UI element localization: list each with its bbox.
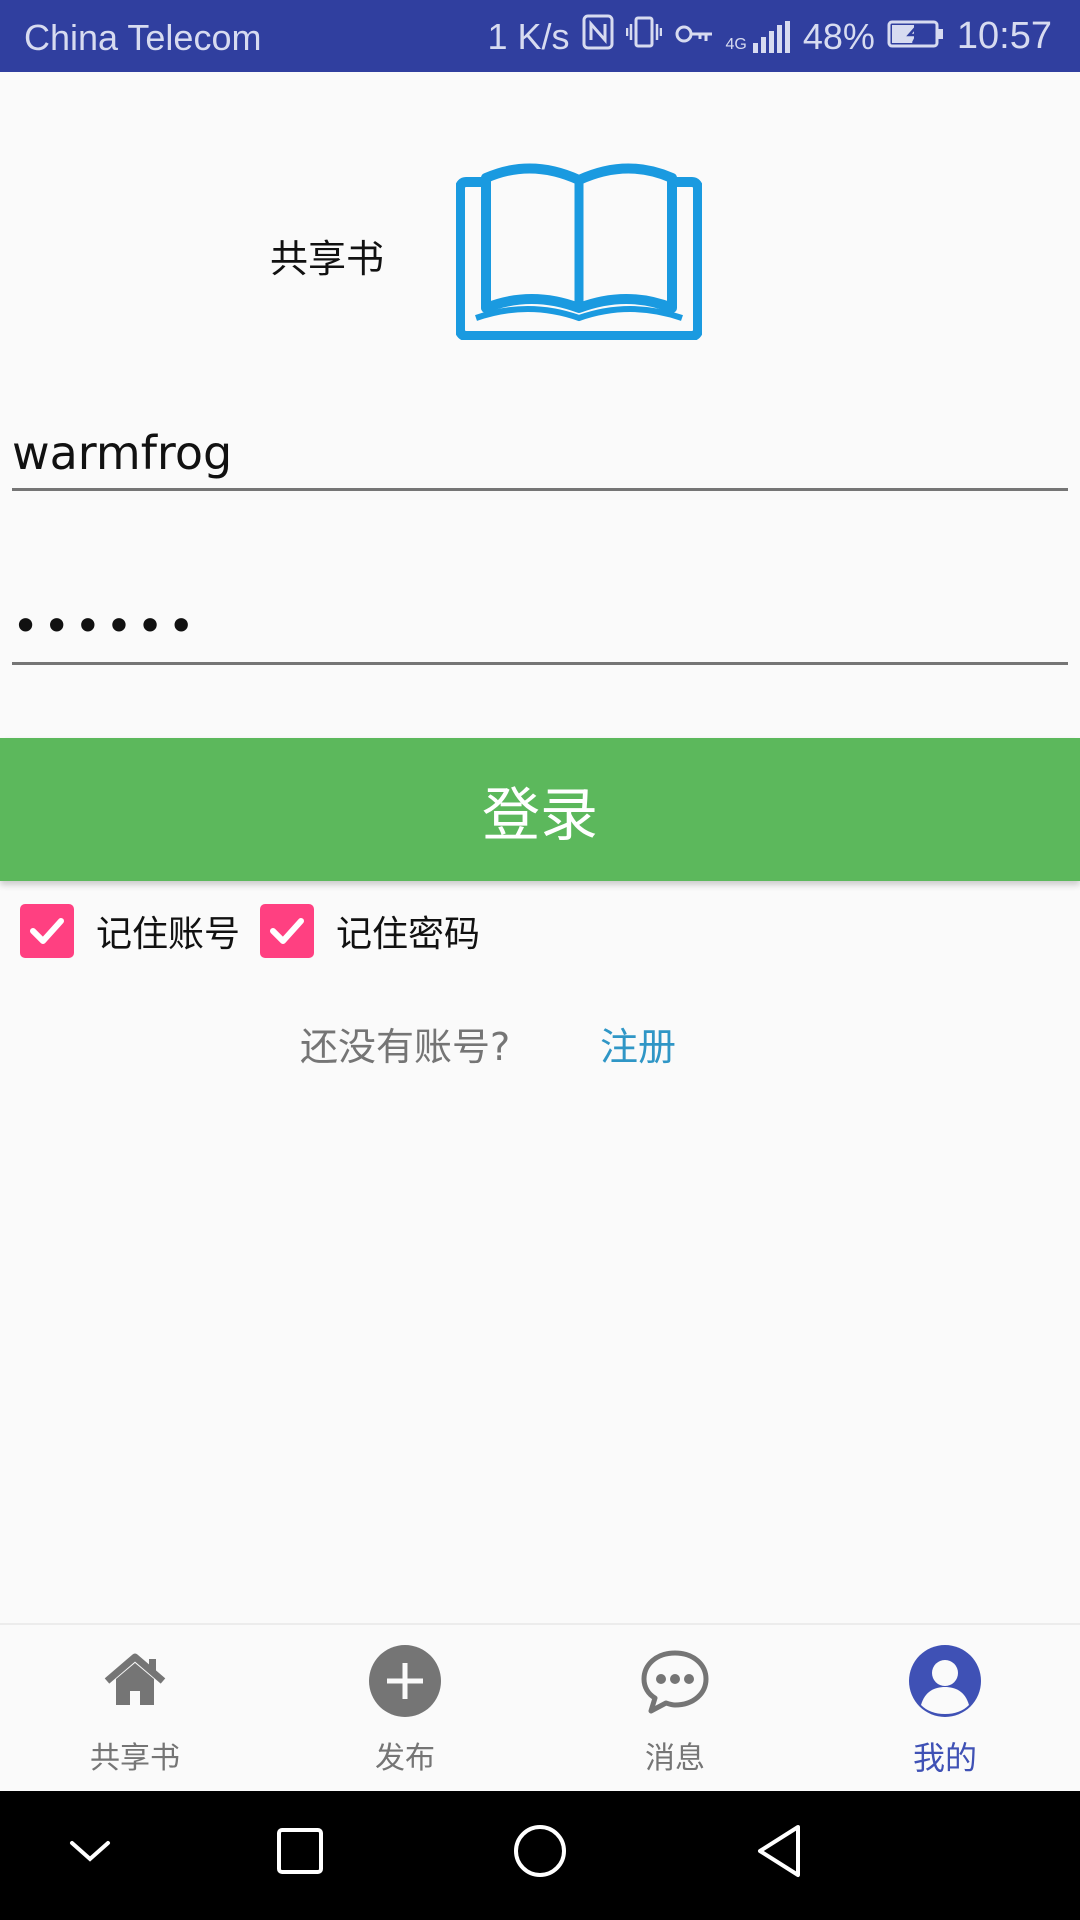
signal-icon: 4G [725,20,791,53]
nav-label-publish: 发布 [375,1741,435,1776]
nav-label-messages: 消息 [645,1741,705,1776]
battery-percent: 48% [802,15,875,57]
remember-account-checkbox[interactable]: 记住账号 [20,904,240,958]
username-input[interactable] [12,420,1068,486]
home-icon [99,1645,171,1717]
username-field-container [12,420,1068,491]
remember-password-checkbox[interactable]: 记住密码 [260,904,480,958]
remember-password-label: 记住密码 [336,914,481,955]
key-icon [674,16,714,58]
profile-icon [909,1645,981,1717]
password-field-container [12,592,1068,665]
clock: 10:57 [956,15,1052,57]
back-triangle-icon[interactable] [754,1821,804,1885]
nav-item-home[interactable]: 共享书 [0,1625,270,1793]
nav-label-profile: 我的 [912,1739,977,1777]
app-title: 共享书 [270,237,385,281]
system-nav-bar [0,1791,1080,1920]
login-button[interactable]: 登录 [0,738,1080,881]
chevron-down-icon[interactable] [66,1821,114,1885]
nav-item-publish[interactable]: 发布 [270,1625,540,1793]
nav-label-home: 共享书 [90,1741,180,1776]
password-input[interactable] [12,592,1068,660]
no-account-text: 还没有账号? [300,1025,511,1069]
checkbox-checked-icon[interactable] [260,904,314,958]
chat-icon [639,1645,711,1717]
nav-item-profile[interactable]: 我的 [810,1625,1080,1793]
bottom-nav: 共享书 发布 消息 我的 [0,1623,1080,1793]
status-bar: China Telecom 1 K/s 4G 48% 10:57 [0,0,1080,72]
network-speed: 1 K/s [487,15,570,57]
book-icon [455,158,703,344]
status-icons: 1 K/s 4G 48% 10:57 [487,14,1052,59]
carrier-name: China Telecom [24,17,262,58]
nav-item-messages[interactable]: 消息 [540,1625,810,1793]
home-circle-icon[interactable] [512,1821,568,1885]
recents-square-icon[interactable] [276,1821,324,1885]
network-type: 4G [725,35,747,53]
battery-charging-icon [887,16,945,58]
register-link[interactable]: 注册 [600,1016,676,1071]
checkbox-checked-icon[interactable] [20,904,74,958]
add-circle-icon [369,1645,441,1717]
nfc-icon [582,14,614,59]
remember-account-label: 记住账号 [96,914,241,955]
vibrate-icon [625,14,662,59]
